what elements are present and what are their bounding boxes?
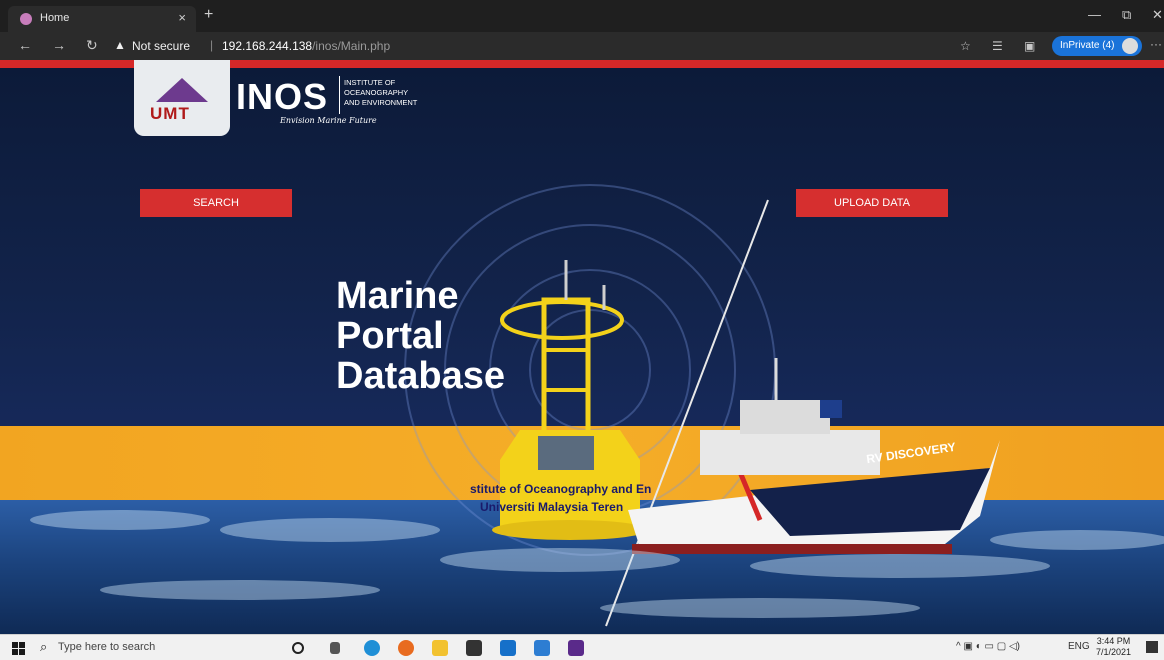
warning-icon: ▲ [114, 38, 126, 52]
ship-illustration [628, 358, 1000, 554]
tab-title: Home [40, 12, 70, 24]
edge-icon[interactable] [364, 640, 380, 656]
app-icon[interactable] [534, 640, 550, 656]
inos-logo-text: INOS [236, 76, 329, 117]
inos-subtitle: INSTITUTE OF OCEANOGRAPHY AND ENVIRONMEN… [344, 78, 454, 108]
web-page: UMT INOS INSTITUTE OF OCEANOGRAPHY AND E… [0, 60, 1164, 634]
logo-divider [339, 76, 340, 114]
url-separator: | [210, 38, 214, 52]
cortana-icon[interactable] [292, 642, 304, 654]
task-view-icon[interactable] [330, 642, 340, 654]
inos-subtitle-line: OCEANOGRAPHY [344, 88, 409, 97]
umt-logo-text: UMT [150, 104, 190, 123]
search-button[interactable]: SEARCH [140, 189, 292, 217]
profile-avatar-icon [1122, 38, 1138, 54]
collections-icon[interactable]: ▣ [1024, 39, 1035, 53]
system-tray-icons[interactable]: ^ ▣ ◐ ▭ ▢ ◁) [956, 641, 1020, 652]
browser-toolbar: ← → ↻ ▲ Not secure | 192.168.244.138/ino… [0, 32, 1164, 60]
headline-line: Marine [336, 275, 459, 317]
minimize-icon[interactable]: — [1088, 7, 1101, 22]
upload-data-button[interactable]: UPLOAD DATA [796, 189, 948, 217]
taskbar: ⌕ Type here to search ^ ▣ ◐ ▭ ▢ ◁) ENG 3… [0, 634, 1164, 660]
inos-subtitle-line: AND ENVIRONMENT [344, 98, 418, 107]
url-text: 192.168.244.138/inos/Main.php [222, 39, 390, 53]
taskbar-search-input[interactable]: Type here to search [58, 641, 155, 653]
close-tab-icon[interactable]: × [178, 10, 186, 25]
search-icon[interactable]: ⌕ [40, 639, 47, 655]
notification-icon[interactable] [1146, 641, 1158, 653]
refresh-icon[interactable]: ↻ [86, 37, 98, 54]
inprivate-label: InPrivate (4) [1060, 40, 1115, 51]
favorites-icon[interactable]: ☰ [992, 39, 1003, 53]
restore-icon[interactable]: ⧉ [1122, 7, 1131, 23]
favicon-icon [20, 13, 32, 25]
system-clock[interactable]: 3:44 PM 7/1/2021 [1096, 636, 1131, 658]
umt-logo: UMT [134, 60, 230, 136]
url-path: /inos/Main.php [312, 39, 391, 53]
umt-emblem-icon [156, 78, 208, 102]
address-bar[interactable]: ▲ Not secure | 192.168.244.138/inos/Main… [110, 35, 960, 57]
url-host: 192.168.244.138 [222, 39, 313, 53]
headline-line: Database [336, 355, 505, 397]
browser-tab-strip: Home × + — ⧉ ✕ [0, 0, 1164, 32]
page-headline: Marine Portal Database [336, 276, 505, 396]
clock-time: 3:44 PM [1096, 636, 1131, 646]
clock-date: 7/1/2021 [1096, 647, 1132, 657]
app-icon[interactable] [568, 640, 584, 656]
tab-home[interactable]: Home × [8, 6, 196, 32]
new-tab-icon[interactable]: + [204, 6, 213, 24]
back-icon[interactable]: ← [18, 37, 32, 53]
inprivate-button[interactable]: InPrivate (4) [1052, 36, 1142, 56]
hero-illustration [30, 184, 1164, 627]
store-icon[interactable] [466, 640, 482, 656]
buoy-label: Universiti Malaysia Teren [480, 500, 624, 514]
language-indicator[interactable]: ENG [1068, 641, 1090, 652]
file-explorer-icon[interactable] [432, 640, 448, 656]
window-close-icon[interactable]: ✕ [1152, 7, 1163, 23]
forward-icon[interactable]: → [52, 37, 66, 53]
buoy-label: stitute of Oceanography and En [470, 482, 652, 496]
headline-line: Portal [336, 315, 444, 357]
firefox-icon[interactable] [398, 640, 414, 656]
security-status[interactable]: Not secure [132, 39, 190, 53]
mail-icon[interactable] [500, 640, 516, 656]
more-options-icon[interactable]: ··· [1150, 37, 1162, 51]
inos-subtitle-line: INSTITUTE OF [344, 78, 396, 87]
logo-slogan: Envision Marine Future [280, 116, 377, 125]
windows-start-icon[interactable] [12, 642, 25, 655]
favorite-star-icon[interactable]: ☆ [960, 39, 971, 53]
